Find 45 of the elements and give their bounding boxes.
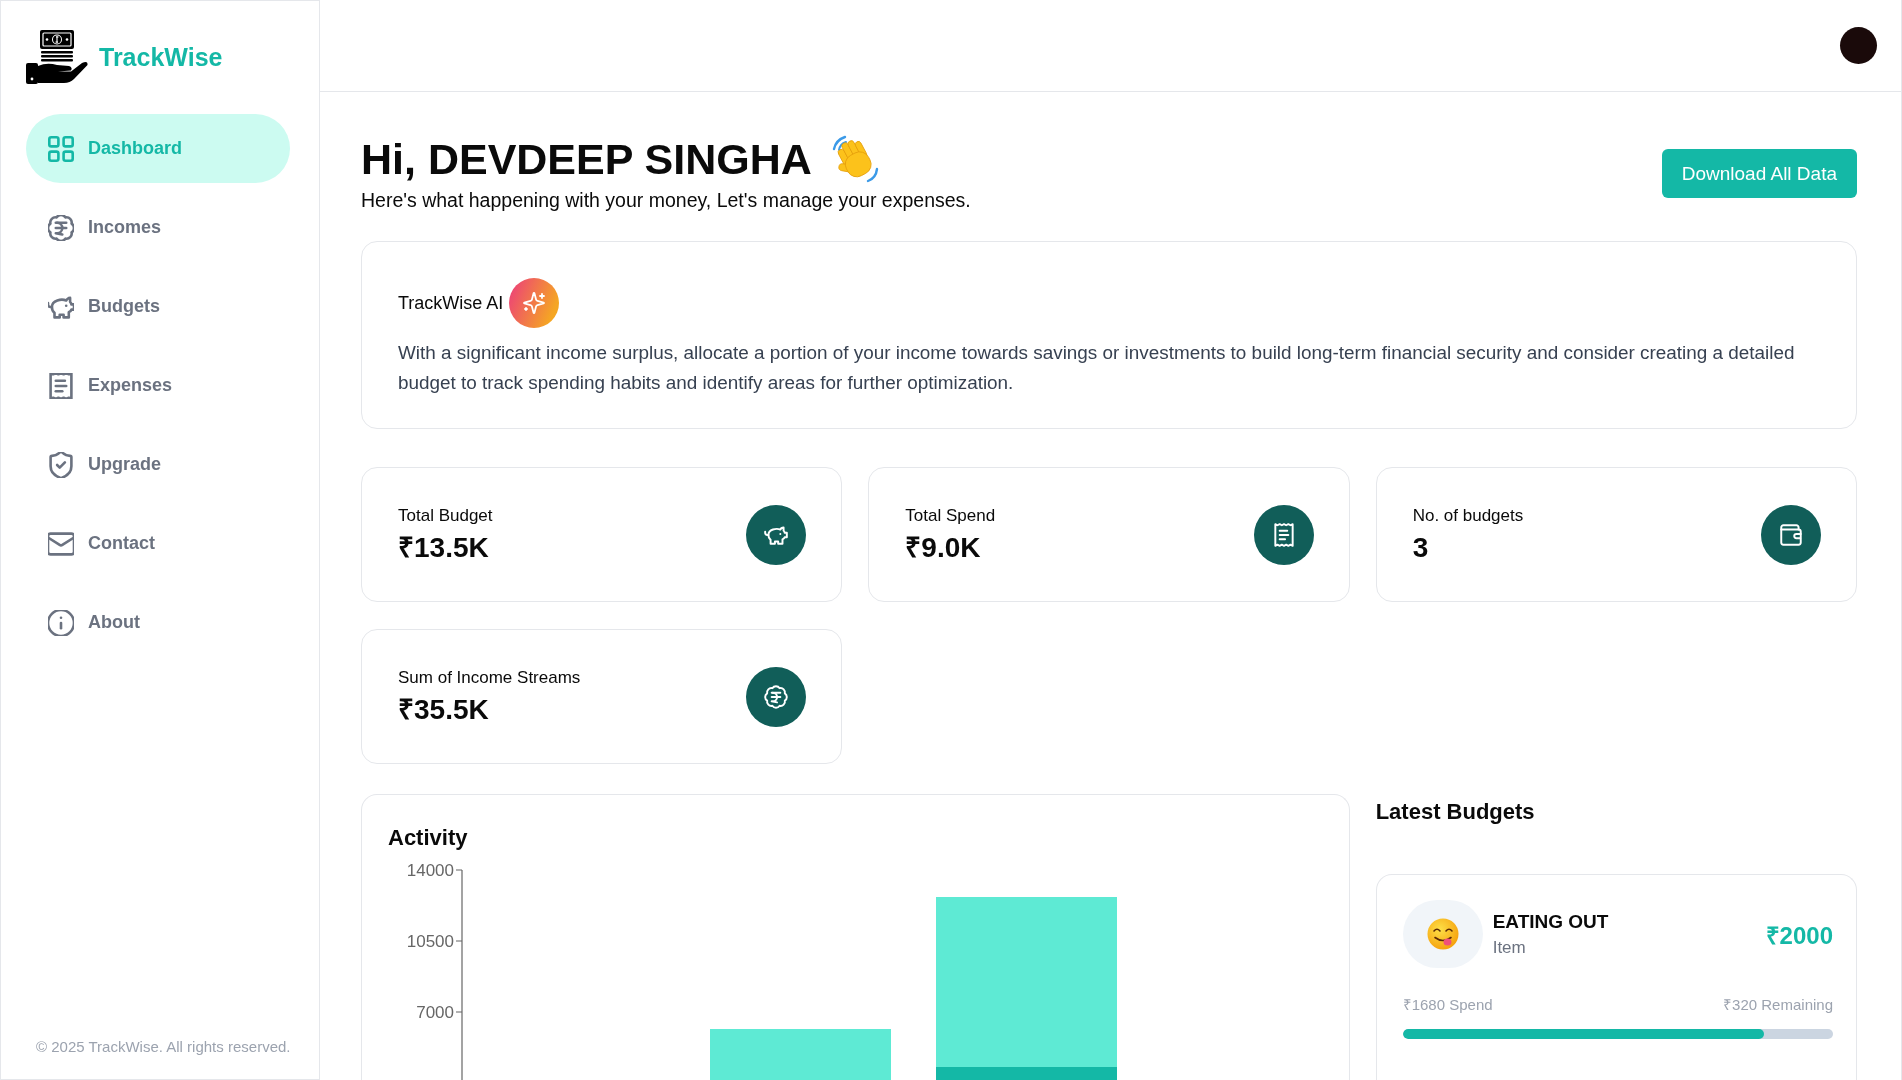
sidebar-item[interactable]: Expenses	[26, 351, 290, 420]
piggy-bank-icon	[746, 504, 807, 565]
ai-insight-text: With a significant income surplus, allocate a portion of your income towards savings or investments to build long-term financial security and consider creating a detailed budget to track spending habits and identify areas for further optimization.	[398, 341, 1796, 395]
y-axis-label: 7000	[416, 1003, 454, 1022]
y-axis-label: 10500	[406, 932, 454, 951]
stat-label: Total Budget	[398, 504, 493, 526]
user-avatar[interactable]	[1840, 27, 1877, 64]
budget-item-count: Item	[1492, 937, 1526, 958]
money-in-hand-logo	[25, 29, 89, 85]
shield-check-icon	[48, 451, 74, 478]
latest-budgets-title: Latest Budgets	[1375, 799, 1535, 825]
sidebar-item[interactable]: About	[26, 588, 290, 657]
remaining-amount: ₹320 Remaining	[1723, 995, 1833, 1014]
receipt-icon	[48, 372, 74, 399]
sidebar-item[interactable]: Incomes	[26, 193, 290, 262]
stat-value: ₹9.0K	[905, 530, 982, 565]
stat-label: No. of budgets	[1412, 504, 1524, 526]
spent-amount: ₹1680 Spend	[1402, 995, 1493, 1014]
rupee-badge-icon	[746, 666, 807, 727]
stat-value: ₹13.5K	[398, 530, 490, 565]
sidebar-item[interactable]: Upgrade	[26, 430, 290, 499]
sparkle-icon	[509, 278, 560, 328]
sidebar-item[interactable]: Budgets	[26, 272, 290, 341]
rupee-badge-icon	[48, 214, 74, 241]
ai-card-title: TrackWise AI	[398, 292, 504, 314]
greeting-title: Hi, DEVDEEP SINGHA	[361, 135, 812, 183]
copyright-text: © 2025 TrackWise. All rights reserved.	[35, 1038, 292, 1057]
budget-amount: ₹2000	[1765, 920, 1833, 951]
download-button[interactable]: Download All Data	[1661, 149, 1857, 198]
sidebar-item[interactable]: Contact	[26, 509, 290, 578]
activity-title: Activity	[388, 825, 469, 851]
stat-label: Total Spend	[905, 504, 996, 526]
wallet-icon	[1761, 504, 1821, 565]
grid-icon	[48, 135, 74, 162]
info-icon	[48, 609, 74, 636]
stat-label: Sum of Income Streams	[398, 666, 581, 688]
receipt-icon	[1253, 504, 1314, 565]
budget-name: EATING OUT	[1492, 910, 1609, 933]
brand-name: TrackWise	[99, 42, 223, 72]
stat-value: 3	[1412, 530, 1430, 565]
greeting-subtitle: Here's what happening with your money, Let's manage your expenses.	[361, 189, 971, 211]
y-axis-label: 14000	[406, 861, 454, 880]
envelope-icon	[48, 530, 74, 557]
budget-card[interactable]: EATING OUT Item ₹2000 ₹1680 Spend ₹320 Remaining	[1375, 874, 1857, 1080]
stat-value: ₹35.5K	[398, 692, 490, 727]
